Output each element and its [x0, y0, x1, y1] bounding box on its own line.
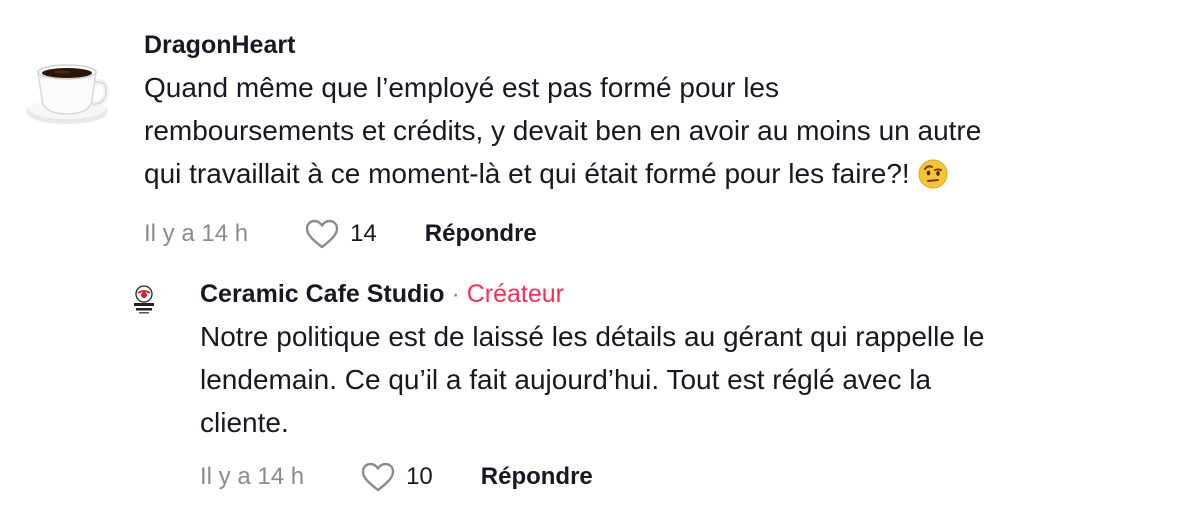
creator-badge: Créateur [466, 280, 564, 308]
comment-text-line: Quand même que l’employé est pas formé p… [144, 72, 779, 103]
like-button[interactable]: 14 [304, 218, 377, 250]
comment-meta: Il y a 14 h 14 Répondre [144, 217, 1164, 251]
avatar[interactable] [128, 283, 160, 315]
comment-text-line: qui travaillait à ce moment-là et qui ét… [144, 158, 910, 189]
comment-username[interactable]: DragonHeart [144, 30, 1164, 60]
comment-text: Notre politique est de laissé les détail… [200, 315, 1178, 444]
reply-button[interactable]: Répondre [425, 220, 537, 248]
comment-text: Quand même que l’employé est pas formé p… [144, 66, 1164, 201]
heart-icon [305, 219, 339, 249]
comment-text-line: Notre politique est de laissé les détail… [200, 321, 985, 352]
comment-text-line: lendemain. Ce qu’il a fait aujourd’hui. … [200, 364, 932, 395]
like-count: 10 [406, 463, 433, 490]
ceramic-cafe-logo [134, 285, 154, 314]
coffee-cup-icon [26, 64, 110, 124]
comment-meta: Il y a 14 h 10 Répondre [200, 460, 1178, 494]
like-button[interactable]: 10 [360, 461, 433, 493]
comment-username-row: Ceramic Cafe Studio · Créateur [200, 279, 1178, 309]
like-count: 14 [350, 220, 377, 247]
comment-timestamp: Il y a 14 h [144, 220, 249, 247]
comment-text-line: cliente. [200, 407, 289, 438]
avatar[interactable] [20, 42, 114, 136]
comment-timestamp: Il y a 14 h [200, 463, 305, 490]
heart-icon [361, 462, 395, 492]
comment-text-line: remboursements et crédits, y devait ben … [144, 115, 982, 146]
face-with-raised-eyebrow-icon [918, 158, 948, 201]
comment-username[interactable]: Ceramic Cafe Studio [200, 280, 445, 308]
reply-button[interactable]: Répondre [481, 463, 593, 491]
separator: · [444, 280, 467, 308]
